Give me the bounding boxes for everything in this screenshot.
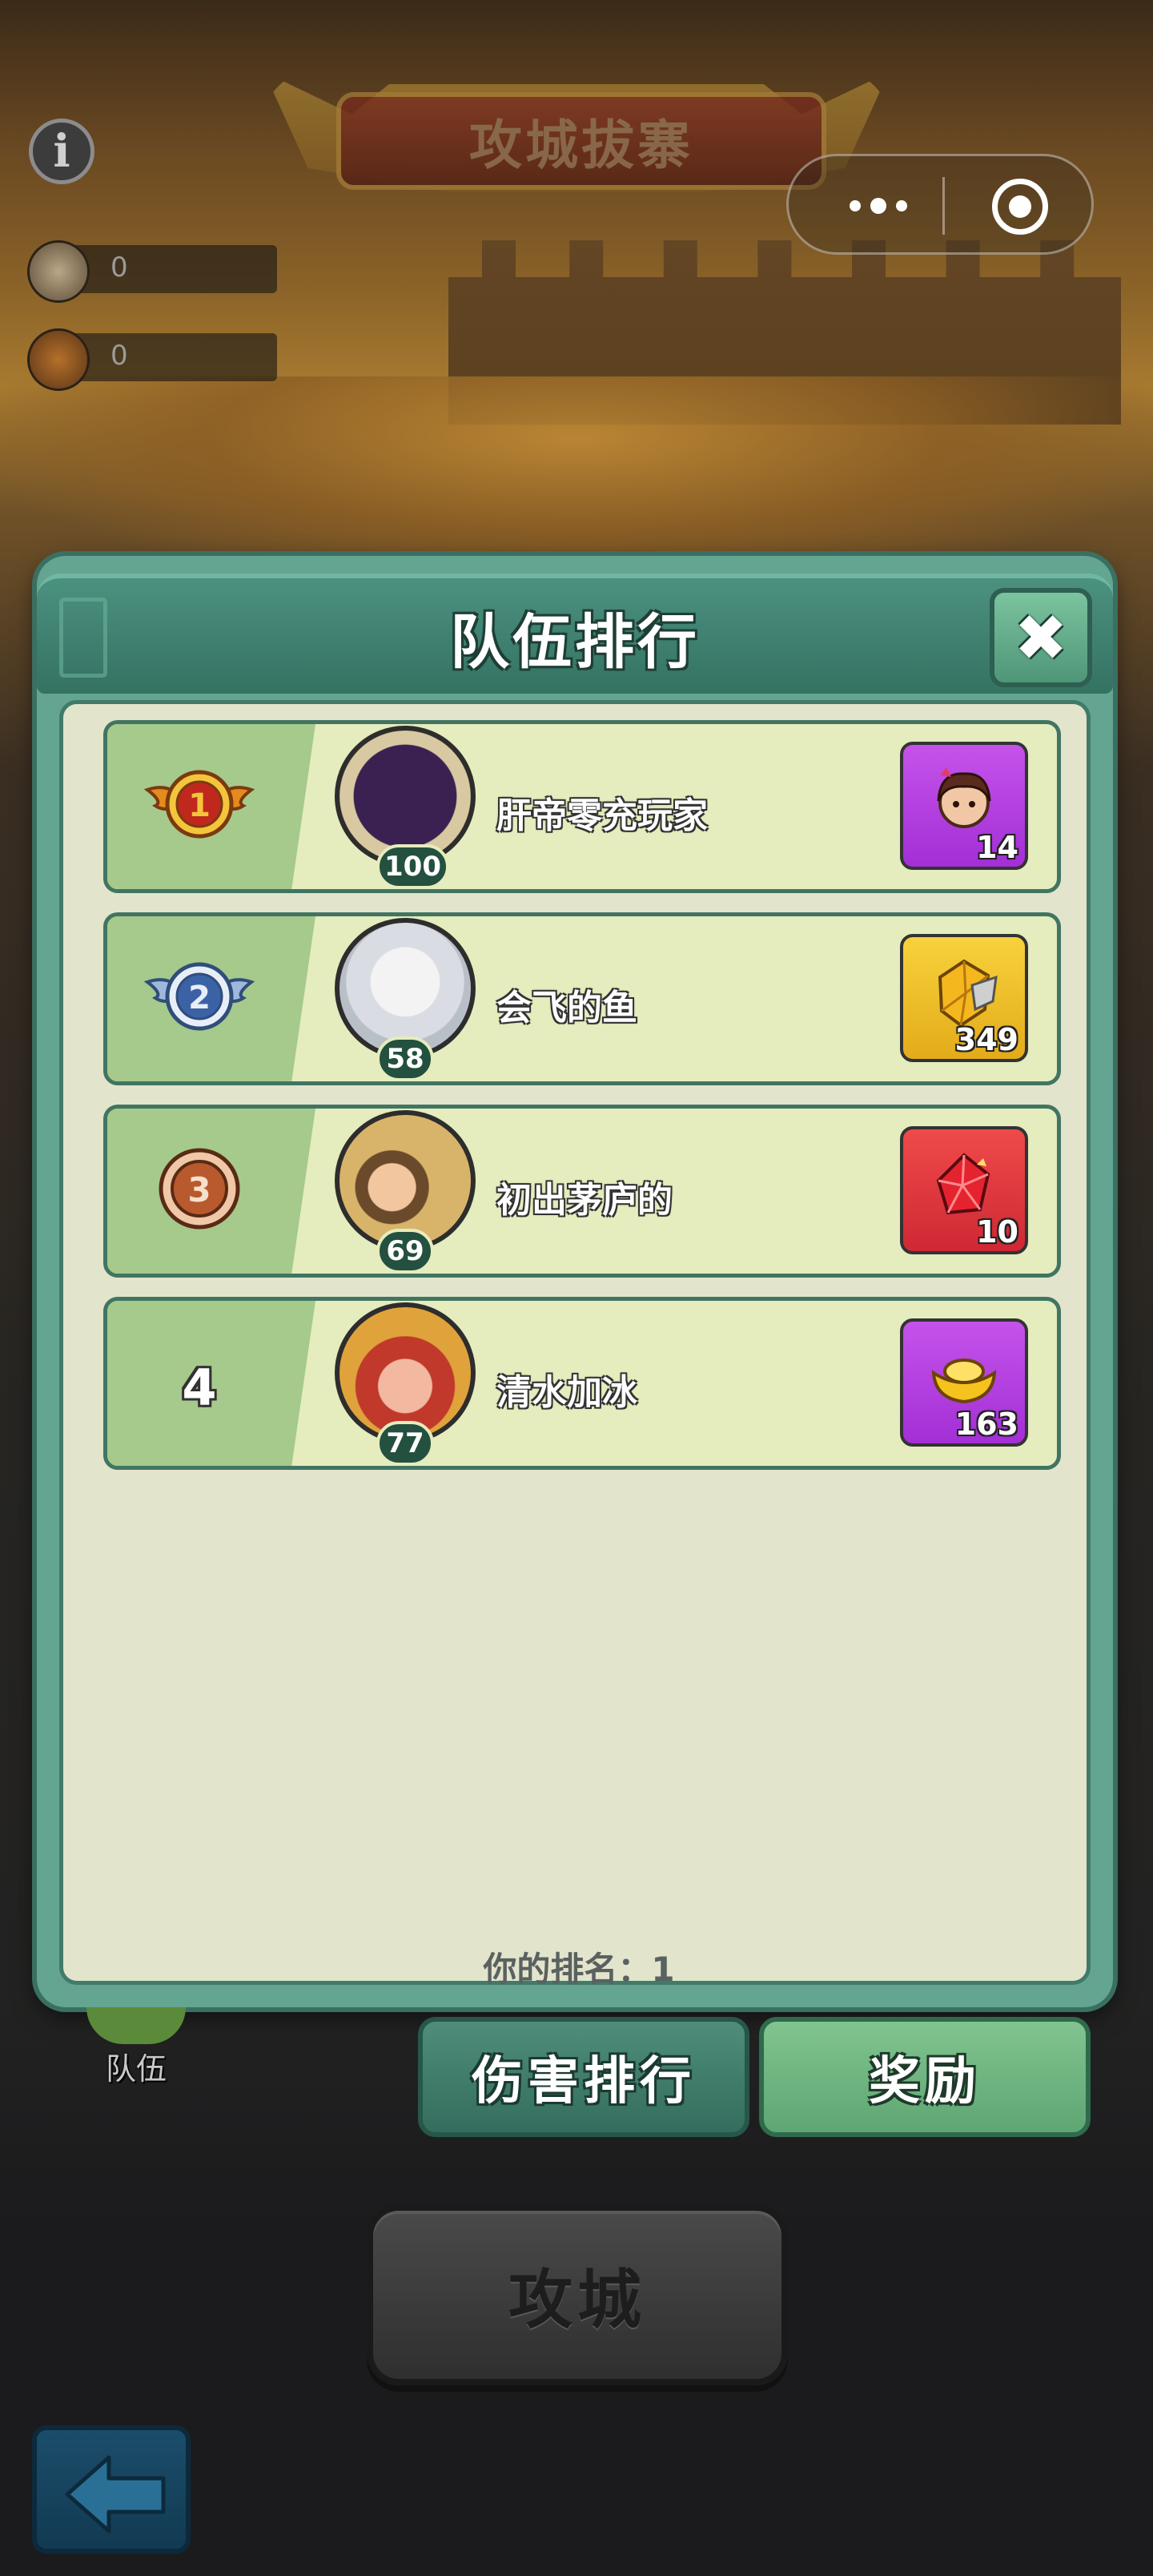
medal-rank-text: 2 bbox=[188, 980, 211, 1016]
resource-counter-scroll: 0 bbox=[27, 328, 277, 391]
ranking-list-panel: 1 100 肝帝零充玩家 14 2 58 会飞的鱼 349 3 69 初出茅庐的… bbox=[59, 700, 1091, 1989]
red-gem-reward-icon bbox=[936, 1153, 990, 1215]
info-button[interactable]: i bbox=[29, 119, 94, 184]
capsule-divider bbox=[942, 177, 945, 235]
my-rank-text: 你的排名：1 bbox=[483, 1950, 675, 1989]
sand-dunes bbox=[0, 376, 1153, 585]
resource-value: 0 bbox=[110, 340, 128, 372]
reward-item[interactable]: 10 bbox=[900, 1126, 1028, 1254]
close-target-icon[interactable] bbox=[992, 179, 1048, 235]
team-label: 队伍 bbox=[105, 2051, 167, 2087]
resource-counter-stone: 0 bbox=[27, 240, 277, 303]
stone-block-icon bbox=[27, 240, 90, 303]
resource-bar bbox=[59, 245, 277, 293]
reward-count: 163 bbox=[954, 1407, 1018, 1442]
resource-value: 0 bbox=[110, 252, 128, 284]
info-icon: i bbox=[53, 125, 70, 178]
banner-title: 攻城拔寨 bbox=[469, 115, 693, 176]
player-name: 初出茅庐的 bbox=[496, 1180, 673, 1221]
character-portrait-reward-icon bbox=[937, 767, 991, 828]
reward-count: 14 bbox=[976, 830, 1018, 865]
more-dots-icon[interactable] bbox=[838, 183, 918, 228]
modal-header: 队伍排行 ✖ bbox=[37, 574, 1113, 694]
team-ranking-modal: 队伍排行 ✖ 1 100 肝帝零充玩家 14 2 58 会飞的鱼 349 3 6… bbox=[37, 556, 1113, 2007]
gold-wing-medal-icon: 1 bbox=[143, 770, 255, 839]
player-name: 肝帝零充玩家 bbox=[496, 795, 708, 836]
ranking-row[interactable]: 4 77 清水加冰 163 bbox=[103, 1297, 1061, 1470]
level-badge: 77 bbox=[376, 1421, 434, 1466]
close-icon: ✖ bbox=[1014, 600, 1068, 675]
attack-city-button[interactable]: 攻城 bbox=[367, 2204, 788, 2385]
scroll-map-icon bbox=[27, 328, 90, 391]
tab-damage-ranking[interactable]: 伤害排行 bbox=[418, 2017, 749, 2137]
back-arrow-icon bbox=[65, 2455, 166, 2534]
level-badge: 69 bbox=[376, 1229, 434, 1274]
player-name: 清水加冰 bbox=[496, 1372, 637, 1413]
banner-plate: 攻城拔寨 bbox=[336, 92, 826, 190]
player-name: 会飞的鱼 bbox=[496, 988, 637, 1028]
gold-ore-reward-icon bbox=[938, 959, 998, 1028]
resource-bar bbox=[59, 333, 277, 381]
reward-count: 10 bbox=[976, 1214, 1018, 1250]
team-button[interactable]: 队伍 bbox=[80, 2007, 192, 2087]
level-badge: 58 bbox=[376, 1036, 434, 1081]
bronze-medal-icon: 3 bbox=[159, 1148, 240, 1230]
back-button[interactable] bbox=[32, 2425, 191, 2554]
reward-item[interactable]: 14 bbox=[900, 742, 1028, 870]
medal-rank-text: 1 bbox=[188, 787, 211, 824]
ranking-row[interactable]: 2 58 会飞的鱼 349 bbox=[103, 912, 1061, 1085]
ranking-row[interactable]: 1 100 肝帝零充玩家 14 bbox=[103, 720, 1061, 893]
reward-item[interactable]: 163 bbox=[900, 1318, 1028, 1447]
reward-item[interactable]: 349 bbox=[900, 934, 1028, 1062]
close-button[interactable]: ✖ bbox=[990, 588, 1092, 687]
gold-ingot-reward-icon bbox=[931, 1358, 997, 1404]
silver-wing-medal-icon: 2 bbox=[143, 962, 255, 1031]
ranking-row[interactable]: 3 69 初出茅庐的 10 bbox=[103, 1105, 1061, 1278]
level-badge: 100 bbox=[376, 844, 449, 889]
team-helmet-icon bbox=[86, 2007, 186, 2044]
tab-reward[interactable]: 奖励 bbox=[759, 2017, 1091, 2137]
reward-count: 349 bbox=[954, 1022, 1018, 1057]
modal-title: 队伍排行 bbox=[450, 608, 700, 677]
medal-rank-text: 3 bbox=[187, 1170, 211, 1210]
miniprogram-capsule bbox=[786, 154, 1094, 255]
rank-number: 4 bbox=[182, 1358, 217, 1417]
